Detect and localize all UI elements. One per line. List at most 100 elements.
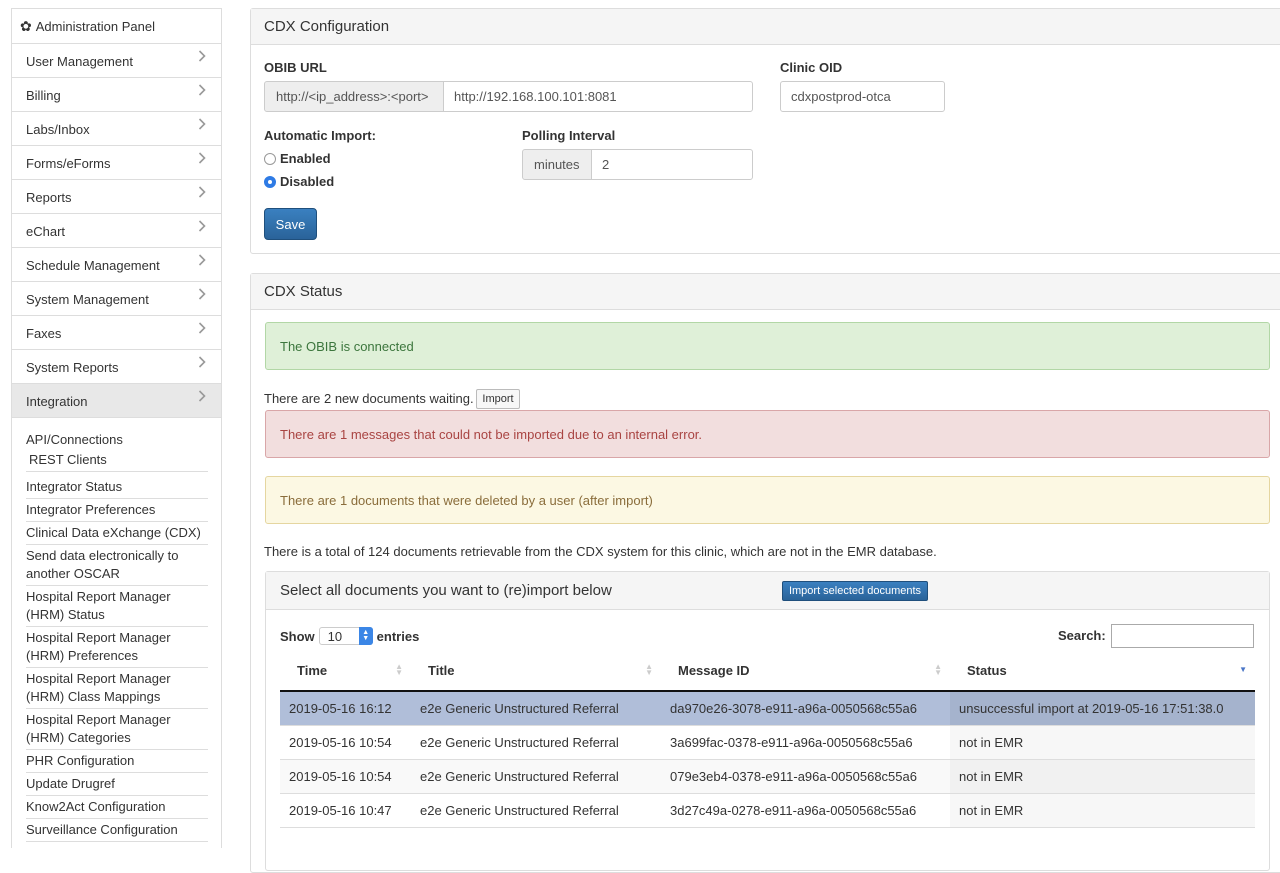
sidebar-item-reports[interactable]: Reports (12, 180, 221, 214)
submenu-divider (26, 470, 208, 472)
cell-message-id: da970e26-3078-e911-a96a-0050568c55a6 (670, 701, 917, 716)
chevron-right-icon (198, 186, 206, 198)
sidebar-item-forms-eforms[interactable]: Forms/eForms (12, 146, 221, 180)
obib-url-input[interactable]: http://192.168.100.101:8081 (443, 81, 753, 112)
column-header-time[interactable]: Time ▲ ▼ (280, 650, 411, 690)
enabled-radio[interactable] (264, 152, 276, 165)
disabled-option[interactable]: Disabled (264, 174, 334, 189)
import-error-alert: There are 1 messages that could not be i… (265, 410, 1270, 458)
sidebar-item-label: System Reports (26, 360, 119, 375)
sort-icon: ▲ ▼ (395, 662, 403, 677)
submenu-link[interactable]: Integrator Status (26, 476, 208, 499)
clinic-oid-input[interactable]: cdxpostprod-otca (780, 81, 945, 112)
show-label: Show (280, 628, 315, 644)
sidebar-item-label: Billing (26, 88, 61, 103)
import-selected-documents-button[interactable]: Import selected documents (782, 581, 928, 601)
cell-title: e2e Generic Unstructured Referral (420, 735, 619, 750)
cell-time: 2019-05-16 10:54 (289, 769, 392, 784)
cell-time: 2019-05-16 10:54 (289, 735, 392, 750)
sidebar-item-label: User Management (26, 54, 133, 69)
table-row[interactable]: 2019-05-16 10:54 e2e Generic Unstructured… (280, 726, 1255, 760)
submenu-link[interactable]: Send data electronically to another OSCA… (26, 545, 208, 586)
submenu-link[interactable]: Clinical Data eXchange (CDX) (26, 522, 208, 545)
cdx-status-panel: CDX Status The OBIB is connected There a… (250, 273, 1280, 873)
obib-connected-alert: The OBIB is connected (265, 322, 1270, 370)
column-header-status[interactable]: Status ▼ (950, 650, 1255, 690)
import-button[interactable]: Import (476, 389, 520, 409)
cell-status: not in EMR (950, 760, 1255, 793)
chevron-right-icon (198, 254, 206, 266)
cell-message-id: 3d27c49a-0278-e911-a96a-0050568c55a6 (670, 803, 917, 818)
rest-clients-link[interactable]: REST Clients (26, 450, 207, 470)
chevron-right-icon (198, 356, 206, 368)
cell-message-id: 3a699fac-0378-e911-a96a-0050568c55a6 (670, 735, 913, 750)
cell-title: e2e Generic Unstructured Referral (420, 701, 619, 716)
sidebar-item-label: System Management (26, 292, 149, 307)
table-row[interactable]: 2019-05-16 10:54 e2e Generic Unstructured… (280, 760, 1255, 794)
chevron-right-icon (198, 118, 206, 130)
documents-waiting-text: There are 2 new documents waiting. (264, 391, 474, 406)
cell-message-id: 079e3eb4-0378-e911-a96a-0050568c55a6 (670, 769, 917, 784)
entries-length-control: Show 10 ▲ ▼ entries (280, 627, 419, 645)
panel-title: CDX Status (251, 274, 1280, 310)
deleted-documents-alert: There are 1 documents that were deleted … (265, 476, 1270, 524)
sidebar-item-system-reports[interactable]: System Reports (12, 350, 221, 384)
sidebar-item-echart[interactable]: eChart (12, 214, 221, 248)
sidebar-item-billing[interactable]: Billing (12, 78, 221, 112)
submenu-link[interactable]: Hospital Report Manager (HRM) Class Mapp… (26, 668, 208, 709)
panel-title: CDX Configuration (251, 9, 1280, 45)
search-input[interactable] (1111, 624, 1254, 648)
table-header-row: Time ▲ ▼ Title ▲ ▼ Message ID ▲ ▼ Status ▼ (280, 650, 1255, 692)
sort-icon: ▲ ▼ (934, 662, 942, 677)
polling-unit-addon: minutes (522, 149, 592, 180)
cell-status: not in EMR (950, 726, 1255, 759)
chevron-right-icon (198, 220, 206, 232)
sidebar-item-labs-inbox[interactable]: Labs/Inbox (12, 112, 221, 146)
sidebar-title: Administration Panel (35, 18, 155, 34)
submenu-link[interactable]: Know2Act Configuration (26, 796, 208, 819)
sidebar-item-label: Reports (26, 190, 72, 205)
sidebar-item-faxes[interactable]: Faxes (12, 316, 221, 350)
cell-time: 2019-05-16 16:12 (289, 701, 392, 716)
entries-select-value: 10 (327, 628, 343, 644)
submenu-link[interactable]: Hospital Report Manager (HRM) Preference… (26, 627, 208, 668)
admin-sidebar: ✿ Administration Panel User Management Bi… (11, 8, 222, 848)
save-button[interactable]: Save (264, 208, 317, 240)
chevron-right-icon (198, 84, 206, 96)
table-row[interactable]: 2019-05-16 16:12 e2e Generic Unstructured… (280, 692, 1255, 726)
table-body: 2019-05-16 16:12 e2e Generic Unstructured… (280, 692, 1255, 828)
sidebar-item-label: Schedule Management (26, 258, 160, 273)
chevron-right-icon (198, 288, 206, 300)
import-documents-title: Select all documents you want to (re)imp… (280, 582, 612, 599)
sidebar-item-integration[interactable]: Integration (12, 384, 221, 418)
submenu-link[interactable]: Hospital Report Manager (HRM) Categories (26, 709, 208, 750)
submenu-link[interactable]: Hospital Report Manager (HRM) Status (26, 586, 208, 627)
submenu-link[interactable]: Update Drugref (26, 773, 208, 796)
documents-table: Time ▲ ▼ Title ▲ ▼ Message ID ▲ ▼ Status ▼ … (280, 650, 1255, 828)
select-arrows-icon: ▲ ▼ (358, 627, 373, 645)
cell-title: e2e Generic Unstructured Referral (420, 803, 619, 818)
column-header-title[interactable]: Title ▲ ▼ (411, 650, 661, 690)
polling-interval-label: Polling Interval (522, 128, 616, 143)
sidebar-item-user-management[interactable]: User Management (12, 44, 221, 78)
chevron-right-icon (198, 50, 206, 62)
enabled-label: Enabled (280, 151, 331, 166)
column-header-message-id[interactable]: Message ID ▲ ▼ (661, 650, 950, 690)
sidebar-item-schedule-management[interactable]: Schedule Management (12, 248, 221, 282)
import-documents-panel: Select all documents you want to (re)imp… (265, 571, 1270, 871)
cell-status: unsuccessful import at 2019-05-16 17:51:… (950, 692, 1255, 725)
submenu-link[interactable]: PHR Configuration (26, 750, 208, 773)
sidebar-header: ✿ Administration Panel (12, 9, 221, 44)
sort-icon: ▲ ▼ (645, 662, 653, 677)
enabled-option[interactable]: Enabled (264, 151, 331, 166)
sidebar-item-label: eChart (26, 224, 66, 239)
total-documents-text: There is a total of 124 documents retrie… (264, 544, 937, 559)
submenu-link[interactable]: Integrator Preferences (26, 499, 208, 522)
sidebar-item-system-management[interactable]: System Management (12, 282, 221, 316)
disabled-radio[interactable] (264, 175, 276, 188)
import-documents-header: Select all documents you want to (re)imp… (266, 572, 1269, 610)
entries-select[interactable]: 10 ▲ ▼ (318, 627, 373, 645)
sidebar-item-label: Integration (26, 394, 88, 409)
table-row[interactable]: 2019-05-16 10:47 e2e Generic Unstructured… (280, 794, 1255, 828)
polling-interval-input[interactable]: 2 (591, 149, 753, 180)
